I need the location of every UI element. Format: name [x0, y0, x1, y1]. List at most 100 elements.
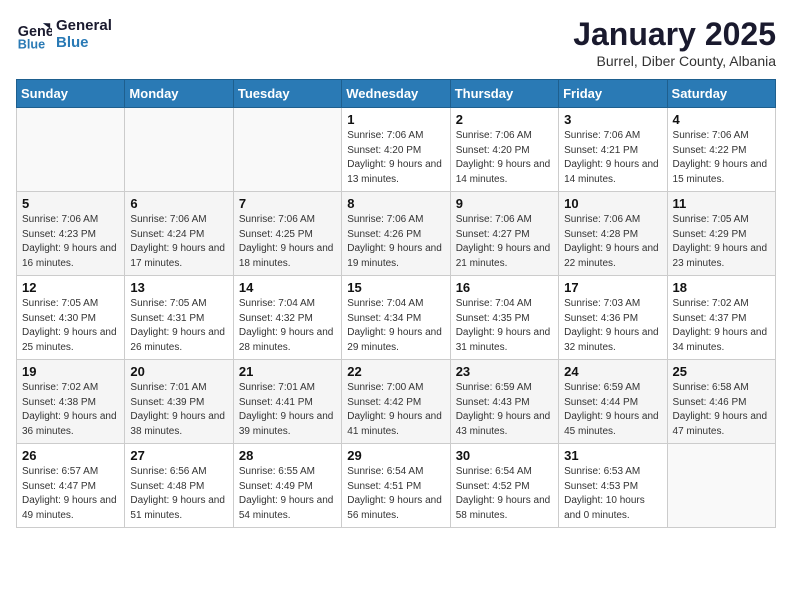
day-number: 24 — [564, 364, 661, 379]
day-info: Sunrise: 7:06 AM Sunset: 4:25 PM Dayligh… — [239, 213, 336, 271]
calendar-cell — [667, 444, 775, 528]
page-header: General Blue General Blue January 2025 B… — [16, 16, 776, 69]
day-number: 29 — [347, 448, 444, 463]
calendar-cell: 3 Sunrise: 7:06 AM Sunset: 4:21 PM Daylig… — [559, 108, 667, 192]
calendar-cell — [17, 108, 125, 192]
day-number: 12 — [22, 280, 119, 295]
calendar-cell: 12 Sunrise: 7:05 AM Sunset: 4:30 PM Dayli… — [17, 276, 125, 360]
day-number: 19 — [22, 364, 119, 379]
day-number: 9 — [456, 196, 553, 211]
day-number: 18 — [673, 280, 770, 295]
day-number: 17 — [564, 280, 661, 295]
calendar-cell: 21Sunrise: 7:01 AM Sunset: 4:41 PM Dayli… — [233, 360, 341, 444]
day-info: Sunrise: 6:58 AM Sunset: 4:46 PM Dayligh… — [673, 381, 770, 439]
calendar-cell: 27Sunrise: 6:56 AM Sunset: 4:48 PM Dayli… — [125, 444, 233, 528]
day-info: Sunrise: 7:05 AM Sunset: 4:30 PM Dayligh… — [22, 297, 119, 355]
day-info: Sunrise: 7:00 AM Sunset: 4:42 PM Dayligh… — [347, 381, 444, 439]
day-number: 4 — [673, 112, 770, 127]
day-number: 20 — [130, 364, 227, 379]
svg-text:Blue: Blue — [18, 37, 45, 51]
calendar-cell: 10 Sunrise: 7:06 AM Sunset: 4:28 PM Dayli… — [559, 192, 667, 276]
day-number: 6 — [130, 196, 227, 211]
calendar-cell: 31Sunrise: 6:53 AM Sunset: 4:53 PM Dayli… — [559, 444, 667, 528]
day-info: Sunrise: 6:59 AM Sunset: 4:44 PM Dayligh… — [564, 381, 661, 439]
day-info: Sunrise: 6:59 AM Sunset: 4:43 PM Dayligh… — [456, 381, 553, 439]
day-info: Sunrise: 6:53 AM Sunset: 4:53 PM Dayligh… — [564, 465, 661, 523]
calendar-cell: 19Sunrise: 7:02 AM Sunset: 4:38 PM Dayli… — [17, 360, 125, 444]
calendar-cell: 14Sunrise: 7:04 AM Sunset: 4:32 PM Dayli… — [233, 276, 341, 360]
weekday-header: Sunday — [17, 80, 125, 108]
day-info: Sunrise: 7:03 AM Sunset: 4:36 PM Dayligh… — [564, 297, 661, 355]
title-area: January 2025 Burrel, Diber County, Alban… — [573, 16, 776, 69]
logo-text-blue: Blue — [56, 34, 112, 51]
calendar-cell: 22Sunrise: 7:00 AM Sunset: 4:42 PM Dayli… — [342, 360, 450, 444]
calendar-cell: 20 Sunrise: 7:01 AM Sunset: 4:39 PM Dayli… — [125, 360, 233, 444]
calendar-week-row: 5Sunrise: 7:06 AM Sunset: 4:23 PM Daylig… — [17, 192, 776, 276]
day-number: 2 — [456, 112, 553, 127]
day-number: 27 — [130, 448, 227, 463]
calendar-week-row: 19Sunrise: 7:02 AM Sunset: 4:38 PM Dayli… — [17, 360, 776, 444]
day-info: Sunrise: 6:54 AM Sunset: 4:51 PM Dayligh… — [347, 465, 444, 523]
day-info: Sunrise: 7:06 AM Sunset: 4:22 PM Dayligh… — [673, 129, 770, 187]
day-info: Sunrise: 7:06 AM Sunset: 4:24 PM Dayligh… — [130, 213, 227, 271]
weekday-header: Friday — [559, 80, 667, 108]
day-number: 3 — [564, 112, 661, 127]
calendar-cell — [125, 108, 233, 192]
day-number: 1 — [347, 112, 444, 127]
weekday-header: Thursday — [450, 80, 558, 108]
calendar-cell: 2 Sunrise: 7:06 AM Sunset: 4:20 PM Daylig… — [450, 108, 558, 192]
day-number: 5 — [22, 196, 119, 211]
day-info: Sunrise: 7:06 AM Sunset: 4:21 PM Dayligh… — [564, 129, 661, 187]
calendar-cell: 16 Sunrise: 7:04 AM Sunset: 4:35 PM Dayli… — [450, 276, 558, 360]
day-number: 25 — [673, 364, 770, 379]
calendar-cell: 26 Sunrise: 6:57 AM Sunset: 4:47 PM Dayli… — [17, 444, 125, 528]
calendar-week-row: 12 Sunrise: 7:05 AM Sunset: 4:30 PM Dayli… — [17, 276, 776, 360]
calendar-cell: 30Sunrise: 6:54 AM Sunset: 4:52 PM Dayli… — [450, 444, 558, 528]
day-number: 7 — [239, 196, 336, 211]
calendar-cell: 17 Sunrise: 7:03 AM Sunset: 4:36 PM Dayli… — [559, 276, 667, 360]
day-info: Sunrise: 7:06 AM Sunset: 4:27 PM Dayligh… — [456, 213, 553, 271]
day-info: Sunrise: 7:05 AM Sunset: 4:29 PM Dayligh… — [673, 213, 770, 271]
calendar-subtitle: Burrel, Diber County, Albania — [573, 53, 776, 69]
logo: General Blue General Blue — [16, 16, 112, 52]
day-info: Sunrise: 6:57 AM Sunset: 4:47 PM Dayligh… — [22, 465, 119, 523]
calendar-cell: 25 Sunrise: 6:58 AM Sunset: 4:46 PM Dayli… — [667, 360, 775, 444]
day-info: Sunrise: 7:06 AM Sunset: 4:26 PM Dayligh… — [347, 213, 444, 271]
weekday-header: Wednesday — [342, 80, 450, 108]
day-info: Sunrise: 7:02 AM Sunset: 4:37 PM Dayligh… — [673, 297, 770, 355]
calendar-cell: 1Sunrise: 7:06 AM Sunset: 4:20 PM Daylig… — [342, 108, 450, 192]
day-info: Sunrise: 7:01 AM Sunset: 4:39 PM Dayligh… — [130, 381, 227, 439]
day-info: Sunrise: 7:05 AM Sunset: 4:31 PM Dayligh… — [130, 297, 227, 355]
calendar-cell: 11Sunrise: 7:05 AM Sunset: 4:29 PM Dayli… — [667, 192, 775, 276]
day-number: 30 — [456, 448, 553, 463]
day-info: Sunrise: 6:55 AM Sunset: 4:49 PM Dayligh… — [239, 465, 336, 523]
calendar-table: SundayMondayTuesdayWednesdayThursdayFrid… — [16, 79, 776, 528]
day-number: 26 — [22, 448, 119, 463]
calendar-cell: 7 Sunrise: 7:06 AM Sunset: 4:25 PM Daylig… — [233, 192, 341, 276]
calendar-cell: 13 Sunrise: 7:05 AM Sunset: 4:31 PM Dayli… — [125, 276, 233, 360]
calendar-cell: 29 Sunrise: 6:54 AM Sunset: 4:51 PM Dayli… — [342, 444, 450, 528]
calendar-cell: 28 Sunrise: 6:55 AM Sunset: 4:49 PM Dayli… — [233, 444, 341, 528]
calendar-cell: 5Sunrise: 7:06 AM Sunset: 4:23 PM Daylig… — [17, 192, 125, 276]
day-info: Sunrise: 7:04 AM Sunset: 4:35 PM Dayligh… — [456, 297, 553, 355]
day-info: Sunrise: 7:06 AM Sunset: 4:28 PM Dayligh… — [564, 213, 661, 271]
day-number: 28 — [239, 448, 336, 463]
calendar-week-row: 1 Sunrise: 7:06 AM Sunset: 4:20 PM Daylig… — [17, 108, 776, 192]
day-info: Sunrise: 7:06 AM Sunset: 4:20 PM Dayligh… — [456, 129, 553, 187]
day-number: 8 — [347, 196, 444, 211]
calendar-cell: 4 Sunrise: 7:06 AM Sunset: 4:22 PM Daylig… — [667, 108, 775, 192]
calendar-cell — [233, 108, 341, 192]
day-info: Sunrise: 7:04 AM Sunset: 4:34 PM Dayligh… — [347, 297, 444, 355]
weekday-header: Tuesday — [233, 80, 341, 108]
day-number: 16 — [456, 280, 553, 295]
calendar-cell: 8 Sunrise: 7:06 AM Sunset: 4:26 PM Daylig… — [342, 192, 450, 276]
calendar-cell: 9 Sunrise: 7:06 AM Sunset: 4:27 PM Daylig… — [450, 192, 558, 276]
calendar-cell: 15Sunrise: 7:04 AM Sunset: 4:34 PM Dayli… — [342, 276, 450, 360]
day-number: 13 — [130, 280, 227, 295]
calendar-cell: 24 Sunrise: 6:59 AM Sunset: 4:44 PM Dayli… — [559, 360, 667, 444]
day-number: 10 — [564, 196, 661, 211]
logo-icon: General Blue — [16, 16, 52, 52]
logo-text-general: General — [56, 17, 112, 34]
weekday-header: Saturday — [667, 80, 775, 108]
calendar-cell: 18 Sunrise: 7:02 AM Sunset: 4:37 PM Dayli… — [667, 276, 775, 360]
